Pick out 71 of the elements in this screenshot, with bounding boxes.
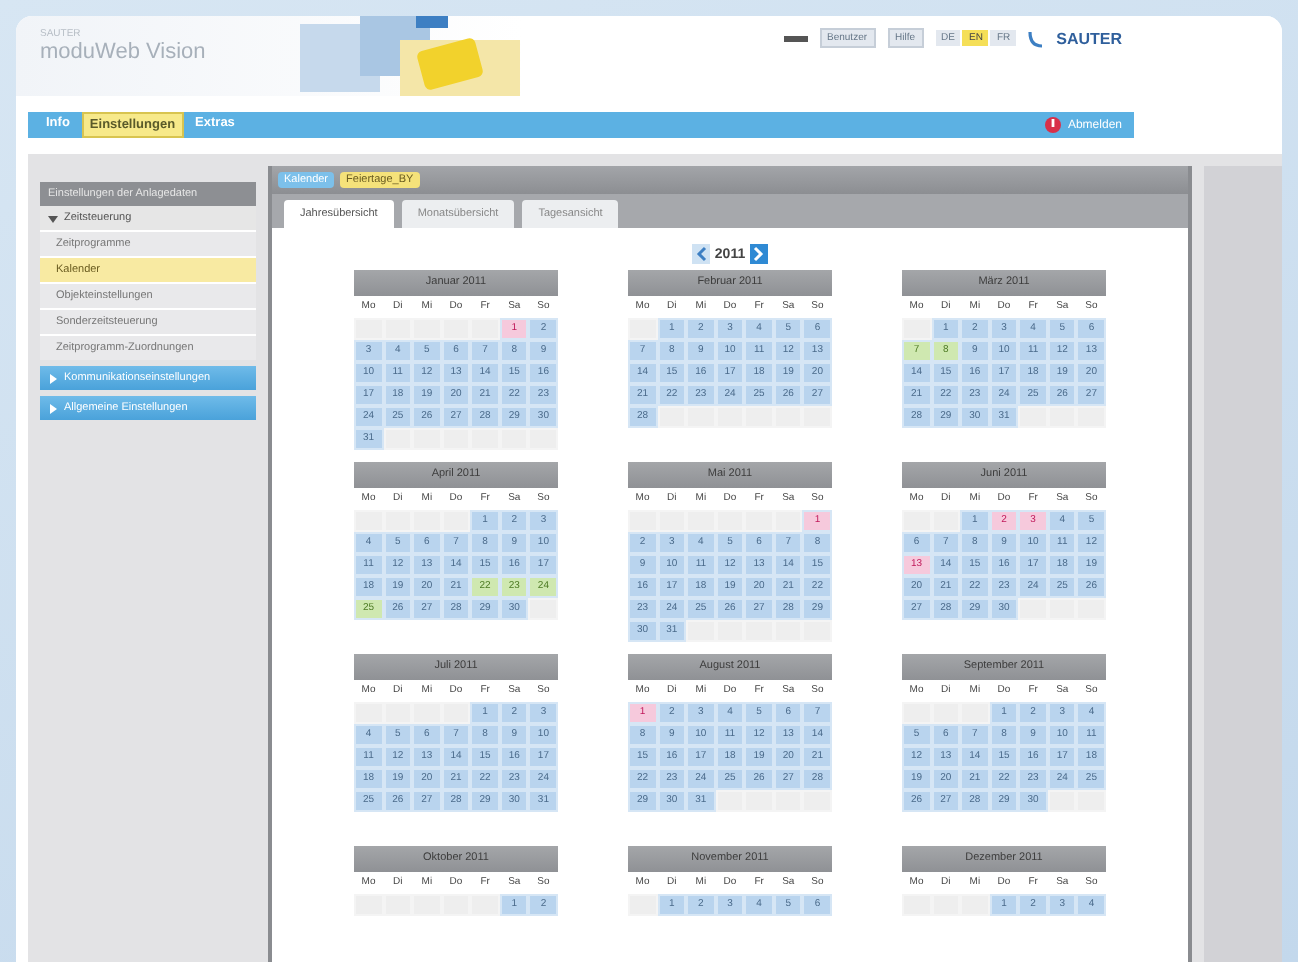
blank-day-cell [773,406,803,428]
blank-day-cell [657,510,687,532]
blank-day-cell [902,702,932,724]
blank-day-cell [354,702,384,724]
blank-day-cell [383,318,413,340]
previous-year-button[interactable] [692,244,711,264]
blank-day-cell [657,406,687,428]
caret-icon [48,403,58,413]
blank-day-cell [1018,598,1048,620]
blank-day-cell [528,428,558,450]
blank-day-cell [470,894,500,916]
blank-day-cell [802,620,832,642]
brand-swoosh-icon [1028,29,1045,47]
arrow-left-icon [693,246,710,262]
blank-day-cell [1047,790,1077,812]
blank-day-cell [499,428,529,450]
blank-day-cell [383,510,413,532]
blank-day-cell [715,790,745,812]
blank-day-cell [441,428,471,450]
blank-day-cell [960,894,990,916]
blank-day-cell [802,790,832,812]
blank-day-cell [1018,406,1048,428]
blank-day-cell [902,510,932,532]
blank-day-cell [902,318,932,340]
blank-day-cell [1047,598,1077,620]
blank-day-cell [441,510,471,532]
logout-icon[interactable] [1043,116,1062,134]
blank-day-cell [773,620,803,642]
product-logo: moduWeb Vision [40,40,208,64]
caret-icon [48,213,58,223]
blank-day-cell [715,620,745,642]
blank-day-cell [528,598,558,620]
blank-day-cell [412,318,442,340]
blank-day-cell [744,406,774,428]
blank-day-cell [628,894,658,916]
blank-day-cell [960,702,990,724]
blank-day-cell [773,510,803,532]
blank-day-cell [628,318,658,340]
blank-day-cell [1076,790,1106,812]
blank-day-cell [441,318,471,340]
blank-day-cell [628,510,658,532]
blank-day-cell [412,702,442,724]
arrow-right-icon [750,246,767,262]
blank-day-cell [412,510,442,532]
blank-day-cell [1076,406,1106,428]
blank-day-cell [744,790,774,812]
blank-day-cell [715,406,745,428]
blank-day-cell [383,428,413,450]
blank-day-cell [1076,598,1106,620]
blank-day-cell [441,702,471,724]
blank-day-cell [383,702,413,724]
blank-day-cell [412,428,442,450]
blank-day-cell [1047,406,1077,428]
blank-day-cell [686,620,716,642]
blank-day-cell [744,620,774,642]
blank-day-cell [802,406,832,428]
blank-day-cell [931,702,961,724]
blank-day-cell [354,318,384,340]
next-year-button[interactable] [749,244,768,264]
brand-logo: SAUTER [1056,29,1122,47]
blank-day-cell [470,428,500,450]
blank-day-cell [354,510,384,532]
blank-day-cell [470,318,500,340]
blank-day-cell [686,406,716,428]
blank-day-cell [773,790,803,812]
blank-day-cell [744,510,774,532]
blank-day-cell [715,510,745,532]
blank-day-cell [686,510,716,532]
minimize-icon[interactable] [783,35,807,41]
caret-icon [48,373,58,383]
blank-day-cell [931,510,961,532]
